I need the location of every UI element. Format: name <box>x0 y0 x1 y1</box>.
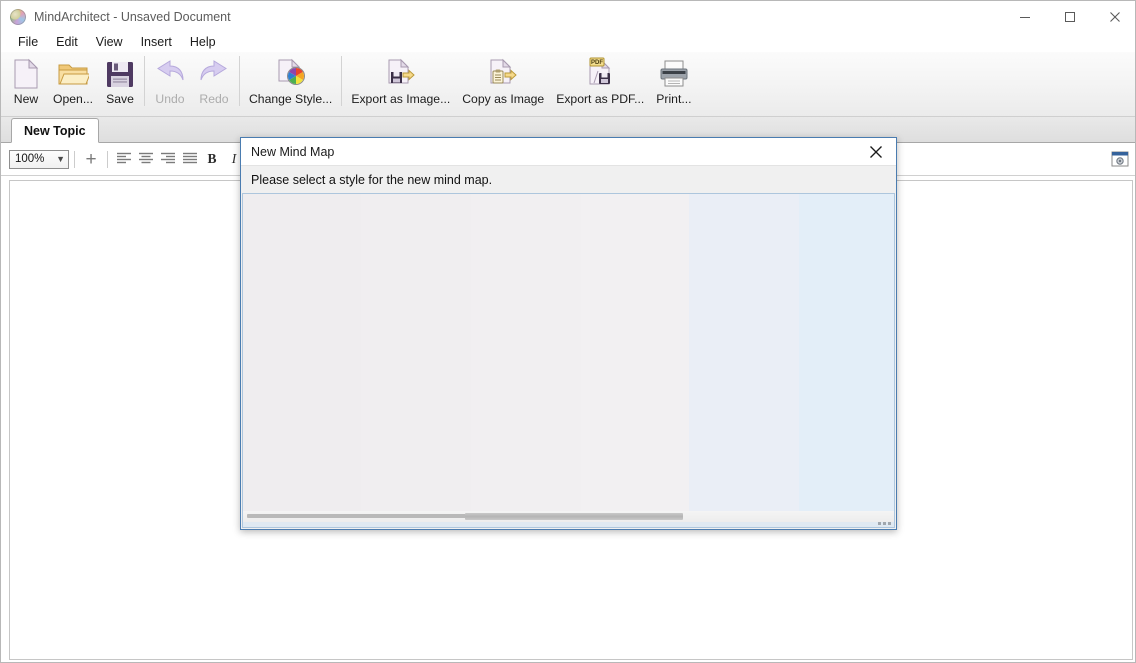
copy-image-icon <box>485 57 521 91</box>
redo-arrow-icon <box>198 57 230 91</box>
zoom-level-select[interactable]: 100% ▼ <box>9 149 69 169</box>
print-label: Print... <box>656 92 692 106</box>
open-button[interactable]: Open... <box>47 52 99 114</box>
window-settings-button[interactable] <box>1109 148 1131 170</box>
maximize-icon <box>1064 11 1075 22</box>
resize-grip-icon[interactable] <box>878 522 891 525</box>
dialog-footer <box>242 511 895 528</box>
change-style-palette-icon <box>275 57 307 91</box>
copy-as-image-label: Copy as Image <box>462 92 545 106</box>
new-button[interactable]: New <box>5 52 47 114</box>
change-style-label: Change Style... <box>248 92 333 106</box>
bold-button[interactable]: B <box>201 148 223 170</box>
align-justify-button[interactable] <box>179 148 201 170</box>
titlebar-left: MindArchitect - Unsaved Document <box>1 8 1002 25</box>
redo-label: Redo <box>199 92 229 106</box>
dialog-titlebar: New Mind Map <box>241 138 896 166</box>
menubar: File Edit View Insert Help <box>1 32 1135 52</box>
export-image-icon <box>383 57 419 91</box>
maximize-button[interactable] <box>1047 1 1092 32</box>
copy-as-image-button[interactable]: Copy as Image <box>456 52 550 114</box>
formatbar-separator-2 <box>107 150 108 168</box>
dialog-title: New Mind Map <box>251 144 335 159</box>
toolbar-separator-2 <box>238 56 240 106</box>
toolbar-separator-3 <box>341 56 343 106</box>
zoom-level-value: 100% <box>15 153 45 165</box>
print-button[interactable]: Print... <box>650 52 697 114</box>
close-icon <box>870 145 882 158</box>
window-titlebar: MindArchitect - Unsaved Document <box>1 1 1135 32</box>
window-controls <box>1002 1 1135 32</box>
main-toolbar: New Open... Save Undo Redo Change Style.… <box>1 52 1135 117</box>
export-as-image-button[interactable]: Export as Image... <box>345 52 456 114</box>
style-swatch-4[interactable] <box>581 194 689 511</box>
style-gallery[interactable] <box>242 193 895 511</box>
svg-text:PDF: PDF <box>591 60 603 66</box>
app-logo-icon <box>10 8 26 25</box>
printer-icon <box>658 57 690 91</box>
export-as-pdf-label: Export as PDF... <box>556 92 645 106</box>
menu-item-edit[interactable]: Edit <box>47 32 87 52</box>
style-swatch-2[interactable] <box>361 194 471 511</box>
tab-new-topic[interactable]: New Topic <box>11 118 99 143</box>
dialog-close-button[interactable] <box>856 139 896 165</box>
window-title: MindArchitect - Unsaved Document <box>34 9 231 24</box>
menu-item-file[interactable]: File <box>9 32 47 52</box>
close-button[interactable] <box>1092 1 1135 32</box>
redo-button[interactable]: Redo <box>192 52 236 114</box>
dialog-prompt: Please select a style for the new mind m… <box>241 166 896 193</box>
minimize-button[interactable] <box>1002 1 1047 32</box>
chevron-down-icon: ▼ <box>56 153 65 164</box>
menu-item-insert[interactable]: Insert <box>132 32 181 52</box>
save-floppy-icon <box>105 57 135 91</box>
toolbar-separator-1 <box>143 56 145 106</box>
export-as-image-label: Export as Image... <box>351 92 451 106</box>
export-as-pdf-button[interactable]: PDF Export as PDF... <box>550 52 650 114</box>
formatbar-separator-1 <box>74 150 75 168</box>
menu-item-view[interactable]: View <box>87 32 132 52</box>
tab-label: New Topic <box>24 123 86 138</box>
window-settings-icon <box>1111 151 1129 167</box>
change-style-button[interactable]: Change Style... <box>243 52 338 114</box>
open-label: Open... <box>53 92 93 106</box>
save-button[interactable]: Save <box>99 52 141 114</box>
style-swatch-6[interactable] <box>799 194 894 511</box>
align-justify-icon <box>183 152 197 164</box>
style-swatch-3[interactable] <box>471 194 581 511</box>
minimize-icon <box>1019 16 1030 18</box>
save-label: Save <box>106 92 134 106</box>
new-document-icon <box>11 57 41 91</box>
align-right-button[interactable] <box>157 148 179 170</box>
undo-button[interactable]: Undo <box>148 52 192 114</box>
align-left-icon <box>117 152 131 164</box>
scrollbar-thumb[interactable] <box>465 513 683 520</box>
menu-item-help[interactable]: Help <box>181 32 225 52</box>
align-center-icon <box>139 152 153 164</box>
new-label: New <box>13 92 39 106</box>
undo-arrow-icon <box>154 57 186 91</box>
application-window: MindArchitect - Unsaved Document File Ed… <box>0 0 1136 663</box>
bold-icon: B <box>207 151 217 166</box>
open-folder-icon <box>57 57 89 91</box>
close-icon <box>1109 11 1120 22</box>
horizontal-scrollbar[interactable] <box>243 511 894 522</box>
undo-label: Undo <box>155 92 185 106</box>
style-swatch-1[interactable] <box>243 194 361 511</box>
align-right-icon <box>161 152 175 164</box>
add-topic-button[interactable]: + <box>80 148 102 170</box>
plus-icon: + <box>85 148 97 170</box>
export-pdf-icon: PDF <box>583 57 617 91</box>
align-left-button[interactable] <box>113 148 135 170</box>
new-mind-map-dialog: New Mind Map Please select a style for t… <box>240 137 897 530</box>
italic-icon: I <box>231 151 237 166</box>
style-swatch-5[interactable] <box>689 194 799 511</box>
align-center-button[interactable] <box>135 148 157 170</box>
style-gallery-strip <box>243 194 894 511</box>
